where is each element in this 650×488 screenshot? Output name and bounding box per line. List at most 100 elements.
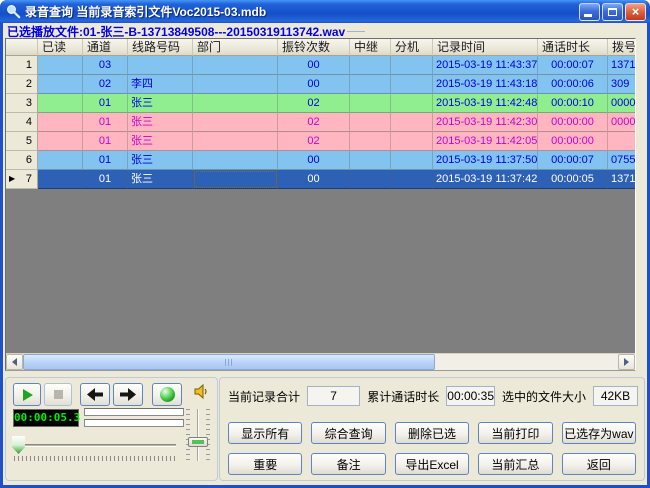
cell-duration[interactable]: 00:00:10 xyxy=(538,94,608,113)
return-button[interactable]: 返回 xyxy=(562,453,636,475)
column-header-duration[interactable]: 通话时长 xyxy=(538,39,608,56)
cell-dial[interactable]: 1371384 xyxy=(608,170,635,189)
cell-read[interactable] xyxy=(38,75,83,94)
row-header-cell[interactable]: 1 xyxy=(6,56,38,75)
column-header-rings[interactable]: 振铃次数 xyxy=(278,39,350,56)
cell-read[interactable] xyxy=(38,151,83,170)
delete-selected-button[interactable]: 删除已选 xyxy=(395,422,469,444)
export-excel-button[interactable]: 导出Excel xyxy=(395,453,469,475)
cell-rings[interactable]: 02 xyxy=(278,113,350,132)
column-header-dial[interactable]: 拨号 xyxy=(608,39,635,56)
cell-channel[interactable]: 01 xyxy=(83,170,128,189)
volume-track[interactable] xyxy=(197,409,199,461)
cell-rings[interactable]: 00 xyxy=(278,75,350,94)
cell-duration[interactable]: 00:00:06 xyxy=(538,75,608,94)
cell-time[interactable]: 2015-03-19 11:42:30 xyxy=(433,113,538,132)
cell-duration[interactable]: 00:00:07 xyxy=(538,151,608,170)
cell-read[interactable] xyxy=(38,56,83,75)
table-row[interactable]: 601张三002015-03-19 11:37:5000:00:07075526… xyxy=(6,151,635,170)
cell-ext[interactable] xyxy=(391,56,433,75)
cell-read[interactable] xyxy=(38,132,83,151)
table-row[interactable]: 202李四002015-03-19 11:43:1800:00:06309 xyxy=(6,75,635,94)
cell-trunk[interactable] xyxy=(350,56,391,75)
cell-trunk[interactable] xyxy=(350,94,391,113)
cell-channel[interactable]: 01 xyxy=(83,94,128,113)
column-header-trunk[interactable]: 中继 xyxy=(350,39,391,56)
cell-time[interactable]: 2015-03-19 11:42:48 xyxy=(433,94,538,113)
cell-dept[interactable] xyxy=(193,113,278,132)
row-header-cell[interactable]: 3 xyxy=(6,94,38,113)
speaker-icon[interactable] xyxy=(193,383,210,400)
seek-track[interactable] xyxy=(14,444,176,447)
play-button[interactable] xyxy=(13,383,41,406)
column-header-read[interactable]: 已读 xyxy=(38,39,83,56)
cell-ext[interactable] xyxy=(391,151,433,170)
row-header-cell[interactable]: ▶7 xyxy=(6,170,38,189)
scrollbar-thumb[interactable] xyxy=(23,354,435,370)
cell-time[interactable]: 2015-03-19 11:42:05 xyxy=(433,132,538,151)
remark-button[interactable]: 备注 xyxy=(311,453,385,475)
row-header-cell[interactable]: 2 xyxy=(6,75,38,94)
previous-button[interactable] xyxy=(80,383,110,406)
print-current-button[interactable]: 当前打印 xyxy=(478,422,552,444)
scroll-right-button[interactable] xyxy=(618,354,635,370)
cell-duration[interactable]: 00:00:00 xyxy=(538,132,608,151)
cell-dept[interactable] xyxy=(193,170,278,189)
cell-dial[interactable]: 0000222 xyxy=(608,94,635,113)
cell-ext[interactable] xyxy=(391,170,433,189)
close-button[interactable]: × xyxy=(625,3,646,21)
column-header-line[interactable]: 线路号码 xyxy=(128,39,193,56)
cell-duration[interactable]: 00:00:07 xyxy=(538,56,608,75)
cell-ext[interactable] xyxy=(391,75,433,94)
table-row[interactable]: 501张三022015-03-19 11:42:0500:00:00 xyxy=(6,132,635,151)
seek-thumb[interactable] xyxy=(12,436,25,454)
cell-time[interactable]: 2015-03-19 11:37:50 xyxy=(433,151,538,170)
cell-dept[interactable] xyxy=(193,56,278,75)
cell-channel[interactable]: 01 xyxy=(83,132,128,151)
cell-ext[interactable] xyxy=(391,94,433,113)
current-summary-button[interactable]: 当前汇总 xyxy=(478,453,552,475)
horizontal-scrollbar[interactable] xyxy=(6,353,635,370)
cell-duration[interactable]: 00:00:05 xyxy=(538,170,608,189)
table-row[interactable]: 401张三022015-03-19 11:42:3000:00:00000022… xyxy=(6,113,635,132)
row-header-cell[interactable]: 5 xyxy=(6,132,38,151)
maximize-button[interactable] xyxy=(602,3,623,21)
important-button[interactable]: 重要 xyxy=(228,453,302,475)
cell-rings[interactable]: 02 xyxy=(278,132,350,151)
cell-ext[interactable] xyxy=(391,132,433,151)
cell-read[interactable] xyxy=(38,113,83,132)
cell-rings[interactable]: 00 xyxy=(278,170,350,189)
minimize-button[interactable] xyxy=(579,3,600,21)
cell-dept[interactable] xyxy=(193,132,278,151)
cell-dial[interactable]: 1371384 xyxy=(608,56,635,75)
show-all-button[interactable]: 显示所有 xyxy=(228,422,302,444)
cell-line[interactable]: 李四 xyxy=(128,75,193,94)
scroll-left-button[interactable] xyxy=(6,354,23,370)
cell-line[interactable]: 张三 xyxy=(128,113,193,132)
cell-read[interactable] xyxy=(38,94,83,113)
header-corner-cell[interactable] xyxy=(6,39,38,56)
cell-ext[interactable] xyxy=(391,113,433,132)
cell-dept[interactable] xyxy=(193,75,278,94)
volume-slider[interactable] xyxy=(184,407,212,463)
row-header-cell[interactable]: 6 xyxy=(6,151,38,170)
cell-dial[interactable]: 0000222 xyxy=(608,113,635,132)
cell-line[interactable]: 张三 xyxy=(128,170,193,189)
cell-trunk[interactable] xyxy=(350,132,391,151)
seek-slider[interactable] xyxy=(12,433,178,461)
cell-line[interactable]: 张三 xyxy=(128,151,193,170)
cell-rings[interactable]: 00 xyxy=(278,151,350,170)
cell-channel[interactable]: 03 xyxy=(83,56,128,75)
cell-dial[interactable] xyxy=(608,132,635,151)
column-header-ext[interactable]: 分机 xyxy=(391,39,433,56)
table-row[interactable]: ▶701张三002015-03-19 11:37:4200:00:0513713… xyxy=(6,170,635,189)
cell-rings[interactable]: 02 xyxy=(278,94,350,113)
cell-channel[interactable]: 01 xyxy=(83,113,128,132)
cell-rings[interactable]: 00 xyxy=(278,56,350,75)
loop-button[interactable] xyxy=(152,383,182,406)
cell-duration[interactable]: 00:00:00 xyxy=(538,113,608,132)
column-header-dept[interactable]: 部门 xyxy=(193,39,278,56)
cell-line[interactable] xyxy=(128,56,193,75)
cell-trunk[interactable] xyxy=(350,113,391,132)
save-selected-wav-button[interactable]: 已选存为wav xyxy=(562,422,636,444)
